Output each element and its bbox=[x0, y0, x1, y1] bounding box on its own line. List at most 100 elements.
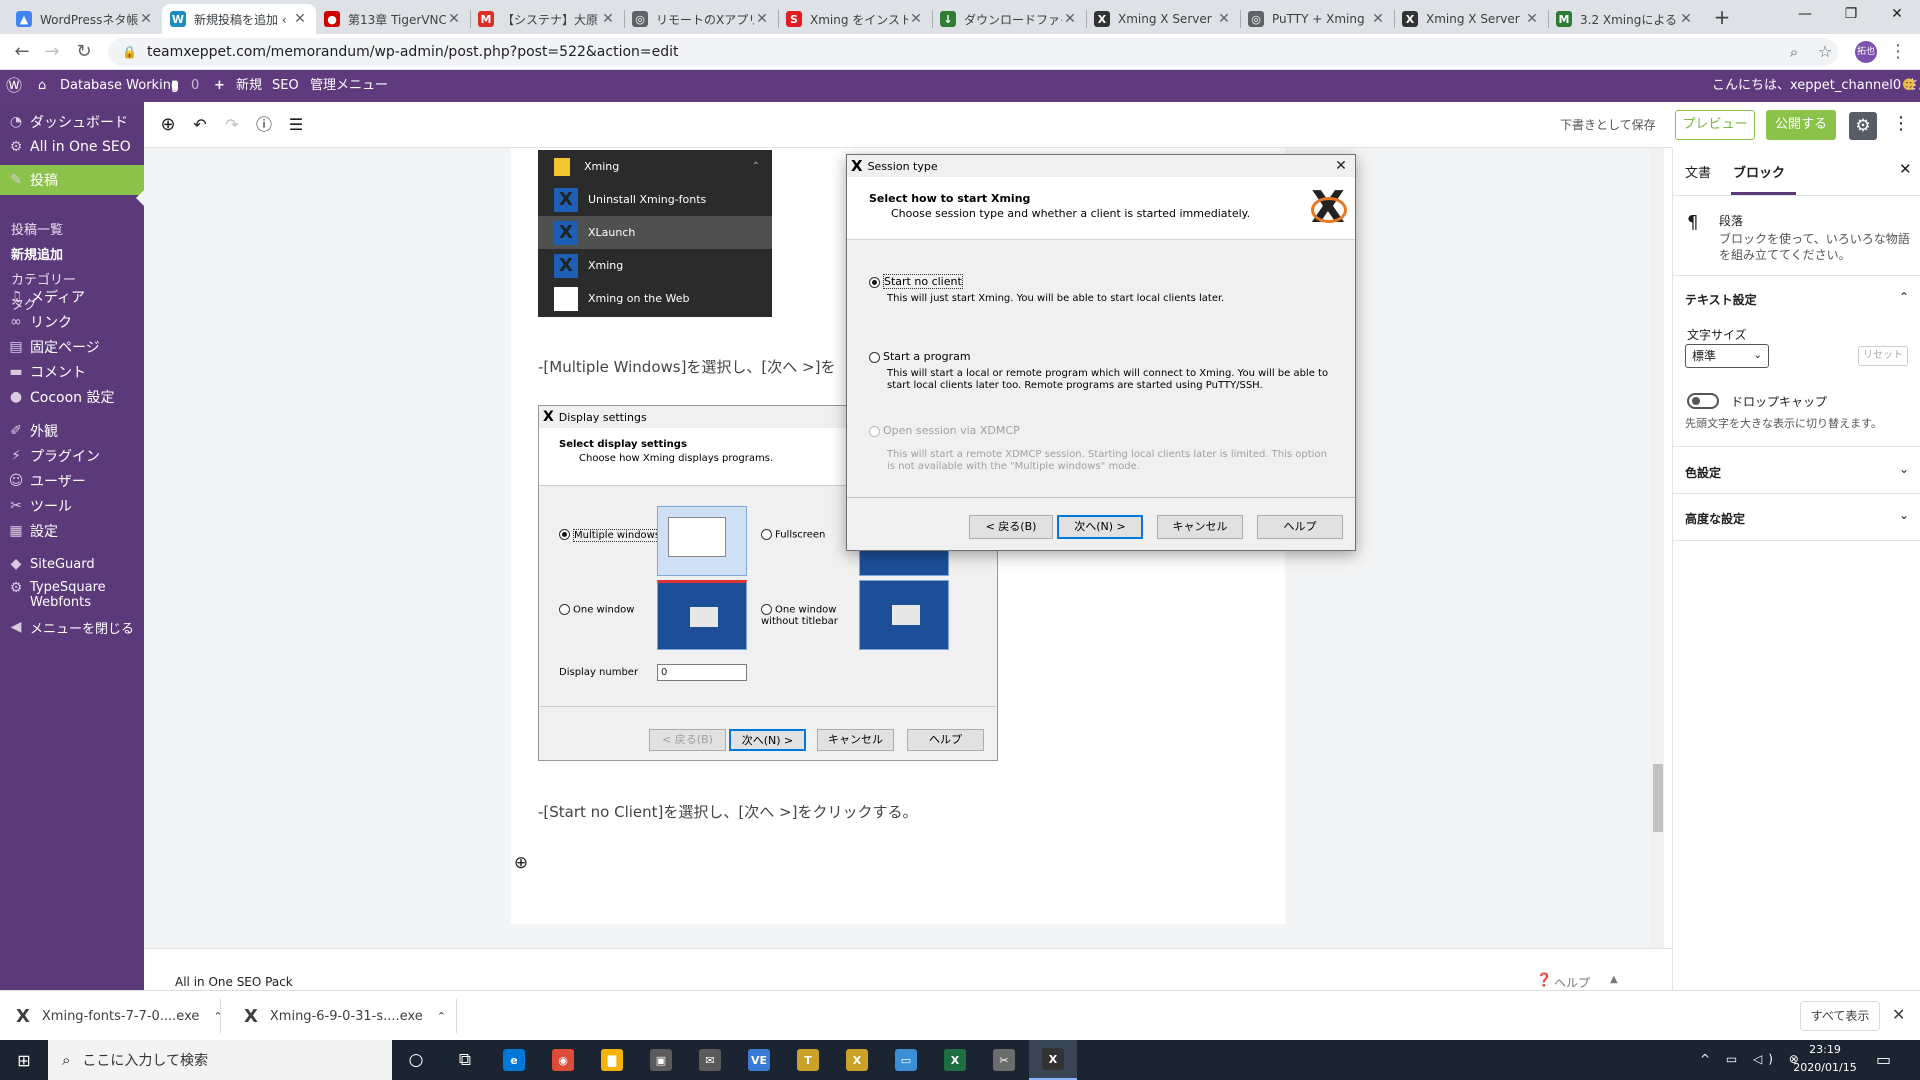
browser-tab[interactable]: ↓ ダウンロードファイル✕ bbox=[932, 4, 1086, 34]
chevron-up-icon[interactable]: ⌃ bbox=[1899, 290, 1909, 304]
new-content-link[interactable]: 新規 bbox=[236, 70, 262, 102]
undo-icon[interactable]: ↶ bbox=[188, 113, 212, 137]
browser-tab[interactable]: S Xming をインスト ✕ bbox=[778, 4, 932, 34]
browser-tab[interactable]: ◎ PuTTY + Xming ✕ bbox=[1240, 4, 1394, 34]
task-view-icon[interactable]: ⧉ bbox=[441, 1040, 489, 1080]
reload-icon[interactable]: ↻ bbox=[72, 40, 96, 64]
session-help-button[interactable]: ヘルプ bbox=[1257, 515, 1343, 539]
close-tab-icon[interactable]: ✕ bbox=[138, 11, 154, 27]
sidebar-item[interactable]: ⚙ TypeSquare Webfonts bbox=[0, 576, 144, 616]
add-block-icon[interactable]: ⊕ bbox=[156, 113, 180, 137]
text-settings-heading[interactable]: テキスト設定 bbox=[1685, 291, 1757, 308]
seo-help-link[interactable]: ヘルプ bbox=[1554, 974, 1590, 991]
session-back-button[interactable]: < 戻る(B) bbox=[969, 515, 1053, 539]
close-shelf-icon[interactable]: ✕ bbox=[1892, 1005, 1905, 1024]
redo-icon[interactable]: ↷ bbox=[220, 113, 244, 137]
save-draft-button[interactable]: 下書きとして保存 bbox=[1560, 116, 1656, 133]
vscode-icon[interactable]: VE bbox=[735, 1040, 783, 1080]
sidebar-subitem[interactable]: カテゴリー bbox=[0, 266, 144, 290]
address-bar[interactable]: 🔒 teamxeppet.com/memorandum/wp-admin/pos… bbox=[108, 38, 1838, 66]
advanced-settings-heading[interactable]: 高度な設定 bbox=[1685, 510, 1745, 527]
option-start-no-client[interactable]: Start no client bbox=[869, 274, 963, 289]
sidebar-subitem[interactable]: 新規追加 bbox=[0, 241, 144, 265]
browser-tab[interactable]: ● 第13章 TigerVNC ✕ bbox=[316, 4, 470, 34]
sidebar-item[interactable]: ◀ メニューを閉じる bbox=[0, 612, 144, 642]
bookmark-star-icon[interactable]: ☆ bbox=[1813, 40, 1837, 64]
cortana-icon[interactable]: ○ bbox=[392, 1040, 440, 1080]
user-avatar-icon[interactable]: ☻ bbox=[1902, 70, 1916, 102]
forward-arrow-icon[interactable]: → bbox=[40, 40, 64, 64]
sidebar-item[interactable]: ✎ 投稿 bbox=[0, 165, 144, 195]
chevron-down-icon[interactable]: ⌄ bbox=[1899, 462, 1909, 476]
sidebar-item[interactable]: ● Cocoon 設定 bbox=[0, 382, 144, 412]
home-icon[interactable]: ⌂ bbox=[38, 70, 46, 102]
drop-cap-toggle[interactable] bbox=[1687, 393, 1719, 409]
chevron-down-icon[interactable]: ⌄ bbox=[1899, 508, 1909, 522]
close-tab-icon[interactable]: ✕ bbox=[600, 11, 616, 27]
seo-pack-title[interactable]: All in One SEO Pack bbox=[175, 975, 293, 989]
reset-button[interactable]: リセット bbox=[1858, 346, 1908, 366]
session-next-button[interactable]: 次へ(N) > bbox=[1057, 515, 1143, 539]
sidebar-item[interactable]: ▦ 設定 bbox=[0, 516, 144, 546]
excel-icon[interactable]: X bbox=[931, 1040, 979, 1080]
info-icon[interactable]: ⓘ bbox=[252, 113, 276, 137]
close-tab-icon[interactable]: ✕ bbox=[1678, 11, 1694, 27]
close-tab-icon[interactable]: ✕ bbox=[292, 11, 308, 27]
browser-tab[interactable]: ▲ WordPressネタ帳 ✕ bbox=[8, 4, 162, 34]
chevron-up-icon[interactable]: ⌃ bbox=[213, 1010, 222, 1023]
tab-document[interactable]: 文書 bbox=[1685, 162, 1711, 181]
sidebar-subitem[interactable]: タグ bbox=[0, 291, 144, 315]
close-tab-icon[interactable]: ✕ bbox=[1370, 11, 1386, 27]
restore-button[interactable]: ❐ bbox=[1828, 0, 1874, 30]
dialog-close-icon[interactable]: ✕ bbox=[1331, 157, 1351, 175]
close-tab-icon[interactable]: ✕ bbox=[1062, 11, 1078, 27]
paragraph-block[interactable]: -[Multiple Windows]を選択し、[次へ >]を bbox=[538, 356, 835, 377]
xming-taskbar-icon[interactable]: X bbox=[1029, 1040, 1077, 1080]
manage-menu-link[interactable]: 管理メニュー bbox=[310, 70, 388, 102]
more-options-icon[interactable]: ⋮ bbox=[1892, 113, 1910, 134]
close-tab-icon[interactable]: ✕ bbox=[908, 11, 924, 27]
paragraph-block[interactable]: -[Start no Client]を選択し、[次へ >]をクリックする。 bbox=[538, 801, 917, 822]
scrollbar-thumb[interactable] bbox=[1653, 764, 1663, 832]
teraterm-icon[interactable]: T bbox=[784, 1040, 832, 1080]
download-item[interactable]: X Xming-6-9-0-31-s....exe ⌃ bbox=[244, 999, 446, 1033]
seo-menu-link[interactable]: SEO bbox=[272, 70, 299, 102]
font-size-select[interactable]: 標準 ⌄ bbox=[1685, 344, 1769, 368]
zoom-icon[interactable]: ⌕ bbox=[1782, 40, 1806, 64]
settings-gear-icon[interactable]: ⚙ bbox=[1849, 112, 1877, 140]
collapse-arrow-icon[interactable]: ▲ bbox=[1610, 974, 1618, 985]
wordpress-logo-icon[interactable]: Ⓦ bbox=[6, 70, 22, 102]
browser-tab[interactable]: M 3.2 Xmingによる ✕ bbox=[1548, 4, 1702, 34]
help-circle-icon[interactable]: ❓ bbox=[1536, 973, 1552, 988]
chrome-icon[interactable]: ◉ bbox=[539, 1040, 587, 1080]
xming-start-menu-image[interactable]: Xming ⌃ X Uninstall Xming-fonts X XLaunc… bbox=[538, 150, 772, 317]
profile-avatar[interactable]: 拓也 bbox=[1855, 41, 1877, 63]
file-explorer-icon[interactable]: ▇ bbox=[588, 1040, 636, 1080]
comment-bubble-icon[interactable]: ▮ bbox=[171, 70, 178, 102]
block-navigation-icon[interactable]: ☰ bbox=[284, 113, 308, 137]
windows-start-icon[interactable]: ⊞ bbox=[0, 1040, 48, 1080]
preview-button[interactable]: プレビュー bbox=[1675, 110, 1755, 140]
close-tab-icon[interactable]: ✕ bbox=[1524, 11, 1540, 27]
chrome-menu-icon[interactable]: ⋮ bbox=[1886, 40, 1910, 64]
snipping-icon[interactable]: ✂ bbox=[980, 1040, 1028, 1080]
tab-block[interactable]: ブロック bbox=[1733, 162, 1785, 181]
xlaunch-icon[interactable]: X bbox=[833, 1040, 881, 1080]
browser-tab[interactable]: ◎ リモートのXアプリケ✕ bbox=[624, 4, 778, 34]
sidebar-item[interactable]: ⚙ All in One SEO bbox=[0, 132, 144, 162]
editor-scrollbar[interactable] bbox=[1650, 148, 1664, 990]
new-tab-button[interactable]: + bbox=[1710, 6, 1734, 30]
close-window-button[interactable]: ✕ bbox=[1874, 0, 1920, 30]
user-greeting[interactable]: こんにちは、xeppet_channel0 さん bbox=[1712, 70, 1920, 102]
comments-count[interactable]: 0 bbox=[191, 70, 199, 102]
close-tab-icon[interactable]: ✕ bbox=[754, 11, 770, 27]
close-tab-icon[interactable]: ✕ bbox=[1216, 11, 1232, 27]
sidebar-item[interactable]: ◆ SiteGuard bbox=[0, 549, 144, 579]
edge-icon[interactable]: e bbox=[490, 1040, 538, 1080]
publish-button[interactable]: 公開する bbox=[1766, 110, 1836, 140]
store-icon[interactable]: ▣ bbox=[637, 1040, 685, 1080]
close-panel-icon[interactable]: ✕ bbox=[1899, 160, 1912, 178]
show-all-button[interactable]: すべて表示 bbox=[1800, 1001, 1880, 1031]
taskbar-search-box[interactable]: ⌕ ここに入力して検索 bbox=[48, 1040, 392, 1080]
close-tab-icon[interactable]: ✕ bbox=[446, 11, 462, 27]
